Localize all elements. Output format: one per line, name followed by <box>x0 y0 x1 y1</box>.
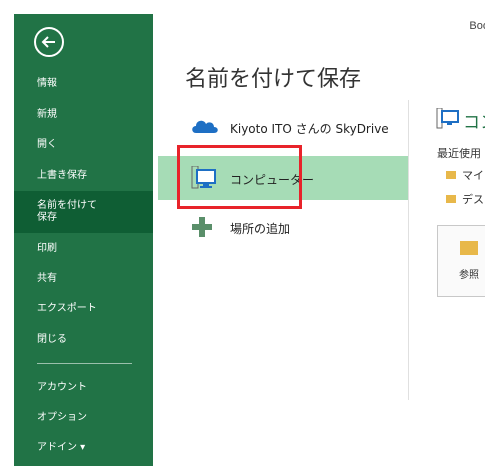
nav-item-label: 上書き保存 <box>37 170 87 181</box>
nav-item-label: オプション <box>37 412 87 423</box>
place-label: Kiyoto ITO さんの SkyDrive <box>230 122 389 136</box>
browse-button[interactable]: 参照 <box>437 225 485 297</box>
nav-item-label: 名前を付けて <box>37 200 97 211</box>
folder-icon <box>446 195 456 203</box>
sidebar-divider <box>37 363 132 364</box>
nav-item-print[interactable]: 印刷 <box>14 243 153 257</box>
nav-item-new[interactable]: 新規 <box>14 109 153 123</box>
computer-icon <box>436 108 459 129</box>
nav-item-save[interactable]: 上書き保存 <box>14 170 153 184</box>
recent-folder-item[interactable]: マイ <box>446 167 484 183</box>
back-button[interactable] <box>34 27 64 57</box>
nav-item-label: 情報 <box>37 78 57 89</box>
nav-item-label: 印刷 <box>37 243 57 254</box>
nav-item-label: アドイン ▾ <box>37 442 86 453</box>
nav-item-label: 開く <box>37 139 57 150</box>
right-panel-title: コン <box>463 113 485 133</box>
nav-item-addins[interactable]: アドイン ▾ <box>14 442 153 456</box>
nav-item-options[interactable]: オプション <box>14 412 153 426</box>
nav-item-share[interactable]: 共有 <box>14 273 153 287</box>
nav-item-save-as[interactable]: 名前を付けて 保存 <box>14 191 153 233</box>
nav-item-label: 共有 <box>37 273 57 284</box>
place-add-location[interactable]: 場所の追加 <box>158 205 408 249</box>
backstage-sidebar: 情報 新規 開く 上書き保存 名前を付けて 保存 印刷 共有 エクスポート 閉じ… <box>14 14 153 466</box>
folder-label: マイ <box>462 169 484 182</box>
folder-icon <box>460 241 478 255</box>
nav-item-export[interactable]: エクスポート <box>14 303 153 317</box>
cloud-icon <box>192 120 218 133</box>
folder-icon <box>446 171 456 179</box>
nav-item-info[interactable]: 情報 <box>14 78 153 92</box>
back-arrow-icon <box>41 36 55 48</box>
annotation-highlight-box <box>177 145 302 209</box>
nav-item-label: 新規 <box>37 109 57 120</box>
plus-icon <box>192 217 212 237</box>
nav-item-account[interactable]: アカウント <box>14 382 153 396</box>
place-label: 場所の追加 <box>230 222 291 236</box>
window-title: Boo <box>469 20 485 32</box>
top-strip <box>0 0 485 14</box>
nav-item-label: 閉じる <box>37 334 67 345</box>
place-skydrive[interactable]: Kiyoto ITO さんの SkyDrive <box>158 105 408 149</box>
nav-item-open[interactable]: 開く <box>14 139 153 153</box>
nav-item-label-line2: 保存 <box>37 212 57 223</box>
browse-label: 参照 <box>459 270 479 281</box>
panel-divider <box>408 100 409 400</box>
nav-item-label: エクスポート <box>37 303 97 314</box>
recent-folders-label: 最近使用 <box>437 147 481 160</box>
nav-item-label: アカウント <box>37 382 87 393</box>
nav-item-close[interactable]: 閉じる <box>14 334 153 348</box>
page-title: 名前を付けて保存 <box>185 67 362 92</box>
recent-folder-item[interactable]: デスク <box>446 191 485 207</box>
folder-label: デスク <box>462 193 485 206</box>
